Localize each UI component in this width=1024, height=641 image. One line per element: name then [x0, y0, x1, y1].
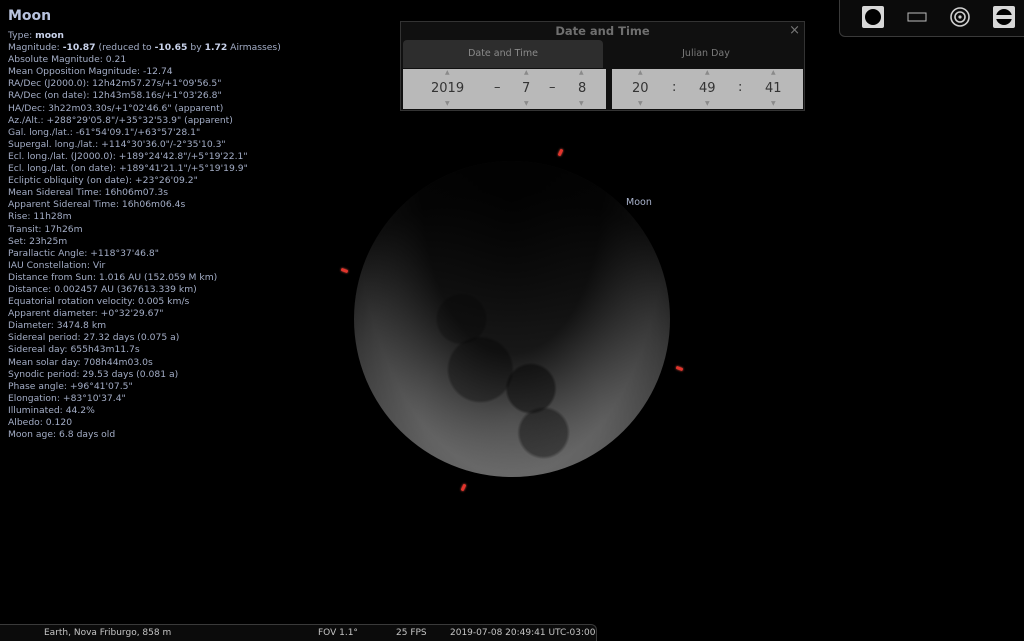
second-up-arrow-icon[interactable]: ▲	[771, 69, 776, 76]
minute-down-arrow-icon[interactable]: ▼	[705, 100, 710, 107]
info-line: Ecl. long./lat. (J2000.0): +189°24'42.8"…	[8, 150, 248, 162]
minute-up-arrow-icon[interactable]: ▲	[705, 69, 710, 76]
info-line: Parallactic Angle: +118°37'46.8"	[8, 247, 159, 259]
info-line: Rise: 11h28m	[8, 211, 72, 223]
info-line: Gal. long./lat.: -61°54'09.1"/+63°57'28.…	[8, 126, 201, 138]
year-down-arrow-icon[interactable]: ▼	[445, 100, 450, 107]
year-spinbox[interactable]: 2019	[431, 81, 464, 96]
info-line: Sidereal day: 655h43m11.7s	[8, 344, 140, 356]
day-down-arrow-icon[interactable]: ▼	[579, 100, 584, 107]
date-fields: ▲ 2019 ▼ – ▲ 7 ▼ – ▲ 8 ▼	[403, 69, 606, 109]
info-line: Ecliptic obliquity (on date): +23°26'09.…	[8, 175, 198, 187]
date-time-dialog: Date and Time × Date and Time Julian Day…	[400, 21, 805, 111]
selection-marker-top	[557, 148, 564, 157]
info-line: Phase angle: +96°41'07.5"	[8, 380, 133, 392]
info-line: RA/Dec (on date): 12h43m58.16s/+1°03'26.…	[8, 90, 222, 102]
minute-spinbox[interactable]: 49	[699, 81, 716, 96]
time-separator: :	[672, 80, 677, 95]
second-spinbox[interactable]: 41	[765, 81, 782, 96]
status-fov: FOV 1.1°	[318, 628, 358, 638]
info-line: Elongation: +83°10'37.4"	[8, 392, 126, 404]
info-line: Mean Opposition Magnitude: -12.74	[8, 66, 173, 78]
info-line: Sidereal period: 27.32 days (0.075 a)	[8, 332, 180, 344]
info-line: Apparent diameter: +0°32'29.67"	[8, 308, 164, 320]
info-line: Diameter: 3474.8 km	[8, 320, 107, 332]
hour-spinbox[interactable]: 20	[632, 81, 649, 96]
ocular-icon[interactable]	[993, 6, 1015, 28]
info-line: Moon age: 6.8 days old	[8, 429, 116, 441]
selection-marker-right	[675, 365, 684, 372]
status-bar: Earth, Nova Friburgo, 858 m FOV 1.1° 25 …	[0, 624, 597, 641]
info-line: Distance from Sun: 1.016 AU (152.059 M k…	[8, 271, 218, 283]
tab-date-and-time[interactable]: Date and Time	[403, 40, 603, 68]
status-location[interactable]: Earth, Nova Friburgo, 858 m	[44, 628, 171, 638]
hour-up-arrow-icon[interactable]: ▲	[638, 69, 643, 76]
info-lines: Absolute Magnitude: 0.21 Mean Opposition …	[8, 54, 328, 441]
month-down-arrow-icon[interactable]: ▼	[524, 100, 529, 107]
info-line: Synodic period: 29.53 days (0.081 a)	[8, 368, 179, 380]
moon-label: Moon	[626, 197, 652, 208]
dialog-close-button[interactable]: ×	[789, 23, 800, 38]
info-line: Supergal. long./lat.: +114°30'36.0"/-2°3…	[8, 138, 226, 150]
moon-terminator-shadow	[354, 161, 670, 477]
time-fields: ▲ 20 ▼ : ▲ 49 ▼ : ▲ 41 ▼	[612, 69, 803, 109]
info-line: Illuminated: 44.2%	[8, 404, 95, 416]
info-line: IAU Constellation: Vir	[8, 259, 106, 271]
tab-julian-day[interactable]: Julian Day	[611, 40, 801, 68]
month-spinbox[interactable]: 7	[522, 81, 530, 96]
selection-marker-left	[340, 267, 349, 274]
info-type: Type: moon	[8, 30, 64, 41]
info-line: Az./Alt.: +288°29'05.8"/+35°32'53.9" (ap…	[8, 114, 233, 126]
info-line: Ecl. long./lat. (on date): +189°41'21.1"…	[8, 163, 248, 175]
status-datetime[interactable]: 2019-07-08 20:49:41 UTC-03:00	[450, 628, 595, 638]
full-disk-icon[interactable]	[862, 6, 884, 28]
info-magnitude: Magnitude: -10.87 (reduced to -10.65 by …	[8, 42, 281, 54]
info-line: Transit: 17h26m	[8, 223, 83, 235]
info-line: Absolute Magnitude: 0.21	[8, 54, 127, 66]
info-line: Set: 23h25m	[8, 235, 68, 247]
object-name: Moon	[8, 8, 52, 24]
info-line: Mean solar day: 708h44m03.0s	[8, 356, 153, 368]
info-line: Albedo: 0.120	[8, 417, 73, 428]
info-line: Equatorial rotation velocity: 0.005 km/s	[8, 296, 190, 308]
info-line: HA/Dec: 3h22m03.30s/+1°02'46.6" (apparen…	[8, 102, 224, 114]
info-type-value: moon	[35, 30, 64, 41]
rectangle-icon[interactable]	[906, 6, 928, 28]
status-fps: 25 FPS	[396, 628, 427, 638]
object-info-panel: Moon Type: moon Magnitude: -10.87 (reduc…	[8, 8, 328, 441]
second-down-arrow-icon[interactable]: ▼	[771, 100, 776, 107]
target-icon[interactable]	[949, 6, 971, 28]
date-separator: –	[494, 80, 501, 95]
dialog-title: Date and Time	[555, 24, 650, 38]
selection-marker-bottom	[460, 483, 467, 492]
info-line: RA/Dec (J2000.0): 12h42m57.27s/+1°09'56.…	[8, 78, 222, 90]
day-spinbox[interactable]: 8	[578, 81, 586, 96]
date-separator: –	[549, 80, 556, 95]
day-up-arrow-icon[interactable]: ▲	[579, 69, 584, 76]
info-line: Distance: 0.002457 AU (367613.339 km)	[8, 283, 197, 295]
info-line: Apparent Sidereal Time: 16h06m06.4s	[8, 199, 186, 211]
moon-disk[interactable]	[354, 161, 670, 477]
month-up-arrow-icon[interactable]: ▲	[524, 69, 529, 76]
time-separator: :	[738, 80, 743, 95]
oculars-toolbar	[839, 0, 1024, 37]
year-up-arrow-icon[interactable]: ▲	[445, 69, 450, 76]
hour-down-arrow-icon[interactable]: ▼	[638, 100, 643, 107]
info-line: Mean Sidereal Time: 16h06m07.3s	[8, 187, 169, 199]
